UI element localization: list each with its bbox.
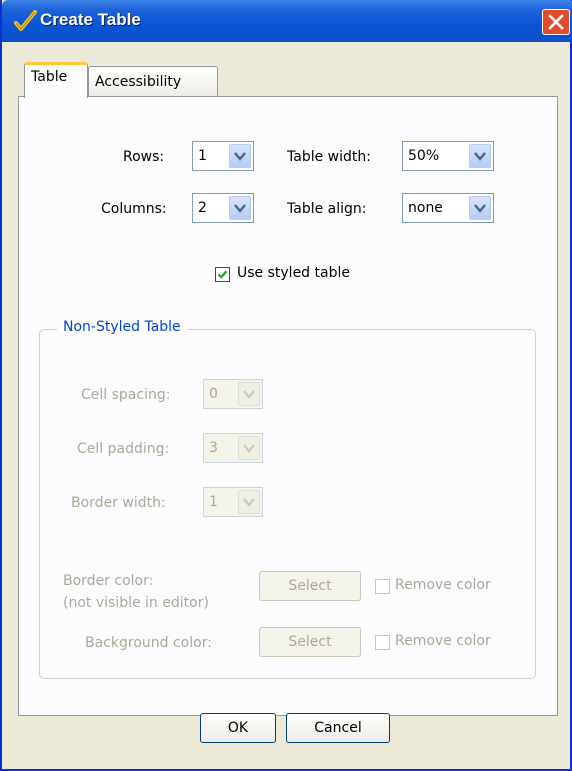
table-width-value: 50% bbox=[408, 148, 440, 164]
table-width-dropdown-arrow[interactable] bbox=[469, 144, 491, 168]
border-color-select-label: Select bbox=[288, 578, 332, 594]
background-color-label: Background color: bbox=[85, 635, 212, 651]
cell-padding-value: 3 bbox=[209, 440, 218, 456]
close-button[interactable] bbox=[542, 9, 570, 35]
use-styled-table-checkbox[interactable] bbox=[215, 267, 230, 282]
rows-dropdown-arrow[interactable] bbox=[229, 144, 251, 168]
columns-select[interactable]: 2 bbox=[192, 193, 254, 223]
checkmark-pen-icon bbox=[14, 10, 37, 31]
columns-value: 2 bbox=[198, 200, 207, 216]
rows-label: Rows: bbox=[123, 149, 165, 165]
chevron-down-icon bbox=[243, 390, 255, 399]
cell-spacing-select[interactable]: 0 bbox=[203, 379, 263, 409]
background-remove-color-label[interactable]: Remove color bbox=[395, 633, 491, 649]
chevron-down-icon bbox=[474, 152, 486, 161]
table-width-label: Table width: bbox=[287, 149, 371, 165]
border-width-label: Border width: bbox=[71, 495, 166, 511]
tab-table-label: Table bbox=[31, 69, 68, 85]
cell-spacing-label: Cell spacing: bbox=[81, 387, 171, 403]
background-color-select-button[interactable]: Select bbox=[259, 627, 361, 657]
cancel-button-label: Cancel bbox=[314, 720, 362, 736]
tab-table[interactable]: Table bbox=[24, 62, 88, 98]
border-width-dropdown-arrow[interactable] bbox=[238, 490, 260, 514]
create-table-dialog: Create Table Table Accessibility Rows: 1… bbox=[0, 0, 572, 771]
columns-label: Columns: bbox=[101, 201, 167, 217]
cancel-button[interactable]: Cancel bbox=[286, 713, 390, 743]
cell-spacing-dropdown-arrow[interactable] bbox=[238, 382, 260, 406]
border-remove-color-checkbox[interactable] bbox=[375, 579, 390, 594]
border-color-label: Border color: bbox=[63, 573, 154, 589]
ok-button[interactable]: OK bbox=[200, 713, 276, 743]
table-align-label: Table align: bbox=[287, 201, 367, 217]
table-align-value: none bbox=[408, 200, 443, 216]
background-remove-color-checkbox[interactable] bbox=[375, 635, 390, 650]
border-color-note: (not visible in editor) bbox=[63, 595, 209, 611]
columns-dropdown-arrow[interactable] bbox=[229, 196, 251, 220]
table-align-dropdown-arrow[interactable] bbox=[469, 196, 491, 220]
chevron-down-icon bbox=[474, 204, 486, 213]
chevron-down-icon bbox=[243, 444, 255, 453]
cell-padding-select[interactable]: 3 bbox=[203, 433, 263, 463]
chevron-down-icon bbox=[234, 152, 246, 161]
chevron-down-icon bbox=[234, 204, 246, 213]
cell-padding-label: Cell padding: bbox=[77, 441, 170, 457]
table-width-select[interactable]: 50% bbox=[402, 141, 494, 171]
chevron-down-icon bbox=[243, 498, 255, 507]
border-width-value: 1 bbox=[209, 494, 218, 510]
rows-value: 1 bbox=[198, 148, 207, 164]
rows-select[interactable]: 1 bbox=[192, 141, 254, 171]
tab-accessibility[interactable]: Accessibility bbox=[88, 66, 218, 98]
non-styled-table-legend: Non-Styled Table bbox=[57, 319, 187, 335]
close-icon bbox=[548, 14, 564, 30]
tab-accessibility-label: Accessibility bbox=[95, 74, 182, 90]
title-bar[interactable]: Create Table bbox=[2, 0, 572, 42]
dialog-title: Create Table bbox=[40, 10, 141, 29]
cell-spacing-value: 0 bbox=[209, 386, 218, 402]
border-width-select[interactable]: 1 bbox=[203, 487, 263, 517]
border-remove-color-label[interactable]: Remove color bbox=[395, 577, 491, 593]
checkmark-icon bbox=[217, 270, 228, 279]
background-color-select-label: Select bbox=[288, 634, 332, 650]
table-align-select[interactable]: none bbox=[402, 193, 494, 223]
cell-padding-dropdown-arrow[interactable] bbox=[238, 436, 260, 460]
border-color-select-button[interactable]: Select bbox=[259, 571, 361, 601]
use-styled-table-label[interactable]: Use styled table bbox=[237, 265, 350, 281]
ok-button-label: OK bbox=[227, 720, 249, 736]
table-tab-panel: Rows: 1 Table width: 50% Columns: 2 Tabl… bbox=[18, 96, 558, 716]
